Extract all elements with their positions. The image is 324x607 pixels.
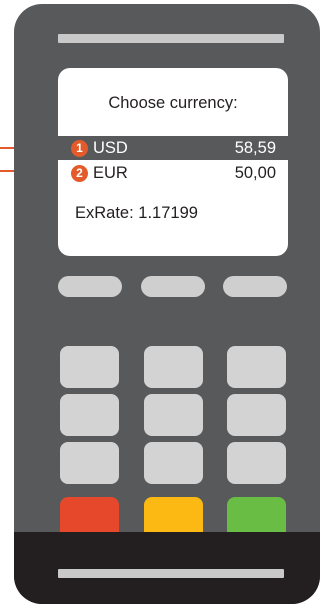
terminal-screen: Choose currency: 1 USD 58,59 2 EUR 50,00…	[58, 68, 288, 256]
payment-terminal: Choose currency: 1 USD 58,59 2 EUR 50,00…	[14, 4, 320, 604]
currency-option-eur[interactable]: 2 EUR 50,00	[58, 161, 288, 185]
option-number-badge: 2	[71, 164, 88, 182]
currency-code: EUR	[93, 163, 128, 182]
keypad-key-4[interactable]	[60, 394, 119, 436]
keypad-key-2[interactable]	[144, 346, 203, 388]
option-number-badge: 1	[71, 139, 88, 157]
currency-option-usd[interactable]: 1 USD 58,59	[58, 136, 288, 160]
keypad-key-9[interactable]	[227, 442, 286, 484]
keypad-key-3[interactable]	[227, 346, 286, 388]
keypad-key-1[interactable]	[60, 346, 119, 388]
softkey-right[interactable]	[223, 276, 287, 297]
keypad-key-7[interactable]	[60, 442, 119, 484]
exchange-rate: ExRate: 1.17199	[75, 204, 198, 222]
currency-amount: 58,59	[234, 138, 276, 157]
keypad-key-5[interactable]	[144, 394, 203, 436]
currency-code: USD	[93, 138, 128, 157]
keypad-key-6[interactable]	[227, 394, 286, 436]
currency-amount: 50,00	[234, 163, 276, 182]
screen-title: Choose currency:	[108, 94, 238, 112]
card-slot-bottom	[58, 569, 284, 578]
softkey-left[interactable]	[58, 276, 122, 297]
softkey-middle[interactable]	[141, 276, 205, 297]
keypad-key-8[interactable]	[144, 442, 203, 484]
terminal-base	[14, 532, 320, 604]
card-slot-top	[58, 34, 284, 43]
